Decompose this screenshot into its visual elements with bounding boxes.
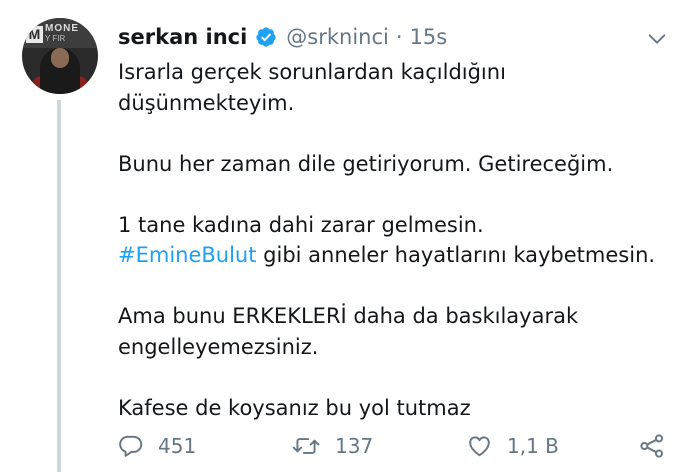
reply-count: 451 bbox=[158, 434, 197, 458]
tweet-line: Kafese de koysanız bu yol tutmaz bbox=[118, 395, 471, 420]
verified-badge-icon bbox=[255, 26, 277, 48]
avatar[interactable]: M MONE Y FIR bbox=[22, 18, 98, 94]
share-icon bbox=[638, 432, 666, 460]
retweet-button[interactable]: 137 bbox=[291, 428, 373, 464]
author-handle[interactable]: @srkninci bbox=[286, 25, 389, 49]
retweet-count: 137 bbox=[335, 434, 374, 458]
heart-icon bbox=[466, 433, 493, 459]
reply-button[interactable]: 451 bbox=[118, 428, 196, 464]
tweet-text: Israrla gerçek sorunlardan kaçıldığını d… bbox=[118, 57, 678, 423]
tweet-line: Bunu her zaman dile getiriyorum. Getirec… bbox=[118, 151, 614, 176]
tweet-timestamp[interactable]: 15s bbox=[410, 25, 448, 49]
header-separator: · bbox=[395, 25, 403, 49]
tweet-actions: 451 137 1,1 B bbox=[0, 428, 690, 464]
tweet-line-with-hashtag: #EmineBulut gibi anneler hayatlarını kay… bbox=[118, 240, 678, 271]
like-button[interactable]: 1,1 B bbox=[466, 428, 559, 464]
avatar-face bbox=[51, 48, 69, 68]
avatar-logo-subtext: Y FIR bbox=[45, 34, 66, 43]
tweet[interactable]: M MONE Y FIR serkan inci @srkninci · 15s… bbox=[0, 0, 690, 472]
tweet-line: Israrla gerçek sorunlardan kaçıldığını bbox=[118, 60, 506, 84]
tweet-header: serkan inci @srkninci · 15s bbox=[118, 20, 447, 54]
thread-line bbox=[57, 100, 61, 472]
reply-icon bbox=[118, 433, 144, 459]
tweet-line: 1 tane kadına dahi zarar gelmesin. bbox=[118, 212, 484, 237]
tweet-line: düşünmekteyim. bbox=[118, 90, 295, 115]
avatar-logo-text: MONE bbox=[45, 23, 79, 34]
avatar-logo-mark: M bbox=[26, 26, 43, 43]
retweet-icon bbox=[291, 433, 321, 459]
chevron-down-icon[interactable] bbox=[646, 28, 668, 50]
tweet-line: Ama bunu ERKEKLERİ daha da baskılayarak bbox=[118, 304, 579, 328]
tweet-line: engelleyemezsiniz. bbox=[118, 334, 319, 359]
hashtag-link[interactable]: #EmineBulut bbox=[118, 243, 256, 267]
share-button[interactable] bbox=[638, 428, 666, 464]
like-count: 1,1 B bbox=[507, 434, 559, 458]
author-name[interactable]: serkan inci bbox=[118, 25, 247, 49]
tweet-line-text: gibi anneler hayatlarını kaybetmesin. bbox=[263, 243, 656, 267]
